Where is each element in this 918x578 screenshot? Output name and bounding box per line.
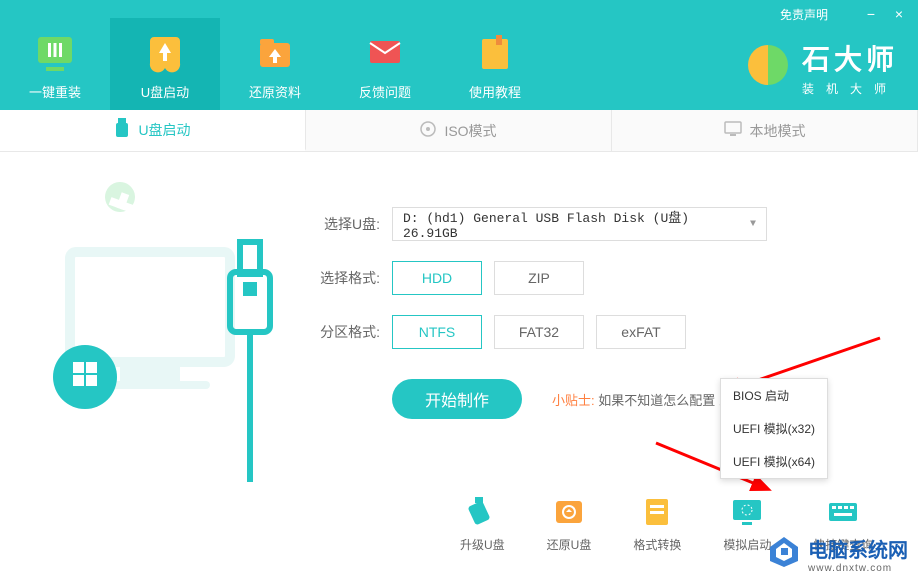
fs-option-exfat[interactable]: exFAT xyxy=(596,315,686,349)
format-convert-icon xyxy=(639,494,675,530)
disk-select[interactable]: D: (hd1) General USB Flash Disk (U盘) 26.… xyxy=(392,207,767,241)
tool-restore-usb[interactable]: 还原U盘 xyxy=(547,494,592,553)
mode-tab-label: ISO模式 xyxy=(444,121,496,141)
nav-tab-label: 反馈问题 xyxy=(359,82,411,101)
tutorial-icon xyxy=(471,28,519,76)
brand: 石大师 装机大师 xyxy=(744,38,898,97)
nav-tab-label: U盘启动 xyxy=(141,82,189,101)
nav-tab-restore[interactable]: 还原资料 xyxy=(220,18,330,110)
nav-tab-label: 使用教程 xyxy=(469,82,521,101)
tool-upgrade-usb[interactable]: 升级U盘 xyxy=(460,494,505,553)
format-option-zip[interactable]: ZIP xyxy=(494,261,584,295)
nav-tab-reinstall[interactable]: 一键重装 xyxy=(0,18,110,110)
usb-illustration xyxy=(20,182,280,462)
fs-label: 分区格式: xyxy=(310,322,380,342)
minimize-button[interactable]: − xyxy=(862,6,880,22)
iso-icon xyxy=(420,121,436,140)
feedback-icon xyxy=(361,28,409,76)
boot-context-menu: BIOS 启动 UEFI 模拟(x32) UEFI 模拟(x64) xyxy=(720,378,828,479)
brand-sub: 装机大师 xyxy=(802,80,898,97)
mode-tab-local[interactable]: 本地模式 xyxy=(612,110,918,151)
watermark-logo-icon xyxy=(766,533,802,574)
menu-item-uefi-x32[interactable]: UEFI 模拟(x32) xyxy=(721,412,827,445)
tool-label: 模拟启动 xyxy=(723,536,771,553)
mode-tab-label: 本地模式 xyxy=(750,121,806,141)
nav-tab-label: 一键重装 xyxy=(29,82,81,101)
tool-format-convert[interactable]: 格式转换 xyxy=(633,494,681,553)
nav-tab-label: 还原资料 xyxy=(249,82,301,101)
hint-label: 小贴士: xyxy=(552,393,595,408)
brand-logo-icon xyxy=(744,41,792,94)
reinstall-icon xyxy=(31,28,79,76)
nav-tab-tutorial[interactable]: 使用教程 xyxy=(440,18,550,110)
tool-simulate-boot[interactable]: 模拟启动 xyxy=(723,494,771,553)
start-button[interactable]: 开始制作 xyxy=(392,379,522,419)
hotkey-query-icon xyxy=(825,494,861,530)
usb-small-icon xyxy=(114,118,130,141)
format-option-hdd[interactable]: HDD xyxy=(392,261,482,295)
menu-item-bios[interactable]: BIOS 启动 xyxy=(721,379,827,412)
close-button[interactable]: × xyxy=(890,6,908,22)
monitor-icon xyxy=(724,121,742,140)
simulate-boot-icon xyxy=(729,494,765,530)
watermark-title: 电脑系统网 xyxy=(808,534,908,563)
menu-item-uefi-x64[interactable]: UEFI 模拟(x64) xyxy=(721,445,827,478)
mode-tab-usb[interactable]: U盘启动 xyxy=(0,110,306,151)
nav-tab-usb-boot[interactable]: U盘启动 xyxy=(110,18,220,110)
restore-icon xyxy=(251,28,299,76)
mode-tab-iso[interactable]: ISO模式 xyxy=(306,110,612,151)
watermark: 电脑系统网 www.dnxtw.com xyxy=(766,533,908,574)
disk-label: 选择U盘: xyxy=(310,214,380,234)
chevron-down-icon: ▼ xyxy=(750,219,756,230)
watermark-sub: www.dnxtw.com xyxy=(808,563,908,574)
disclaimer-link[interactable]: 免责声明 xyxy=(780,6,828,23)
brand-title: 石大师 xyxy=(802,38,898,78)
upgrade-usb-icon xyxy=(464,494,500,530)
format-label: 选择格式: xyxy=(310,268,380,288)
tool-label: 格式转换 xyxy=(633,536,681,553)
tool-label: 还原U盘 xyxy=(547,536,592,553)
restore-usb-icon xyxy=(551,494,587,530)
usb-boot-icon xyxy=(141,28,189,76)
nav-tab-feedback[interactable]: 反馈问题 xyxy=(330,18,440,110)
tool-label: 升级U盘 xyxy=(460,536,505,553)
fs-option-ntfs[interactable]: NTFS xyxy=(392,315,482,349)
fs-option-fat32[interactable]: FAT32 xyxy=(494,315,584,349)
disk-select-value: D: (hd1) General USB Flash Disk (U盘) 26.… xyxy=(403,207,750,241)
mode-tab-label: U盘启动 xyxy=(138,120,190,140)
